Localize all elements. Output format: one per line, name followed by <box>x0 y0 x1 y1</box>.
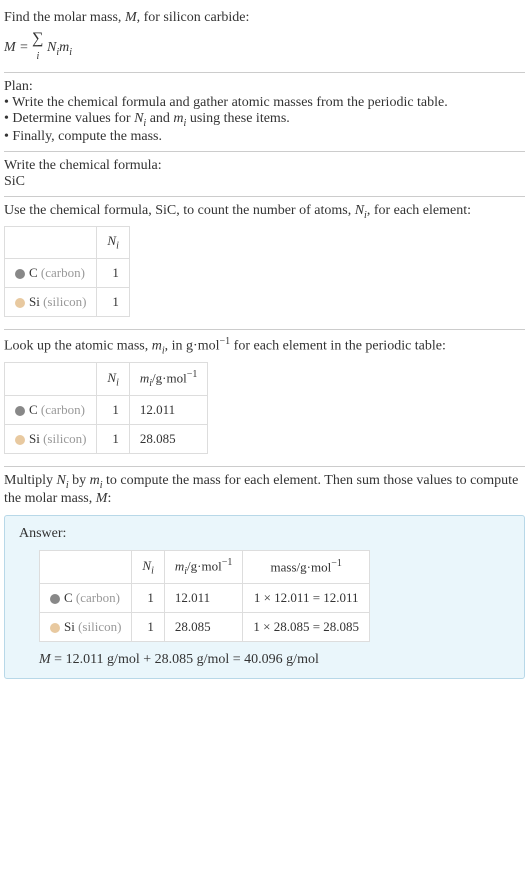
table-row: C (carbon) 1 12.011 1 × 12.011 = 12.011 <box>40 584 370 613</box>
table-row: Si (silicon) 1 <box>5 287 130 316</box>
count-text: Use the chemical formula, SiC, to count … <box>4 203 525 221</box>
formula-m-sub: i <box>69 47 72 58</box>
element-cell: Si (silicon) <box>5 287 97 316</box>
intro-text: Find the molar mass, <box>4 10 125 25</box>
element-cell: C (carbon) <box>40 584 132 613</box>
chem-formula-title: Write the chemical formula: <box>4 158 525 174</box>
ni-cell: 1 <box>97 258 129 287</box>
plan-title: Plan: <box>4 79 525 95</box>
mass-header: mass/g·mol−1 <box>243 551 370 584</box>
count-table: Ni C (carbon) 1 Si (silicon) 1 <box>4 226 130 317</box>
silicon-dot-icon <box>15 298 25 308</box>
table-header-row: Ni mi/g·mol−1 mass/g·mol−1 <box>40 551 370 584</box>
answer-section: Multiply Ni by mi to compute the mass fo… <box>4 467 525 693</box>
ni-header: Ni <box>97 363 129 396</box>
formula-N: N <box>47 40 56 55</box>
table-row: Si (silicon) 1 28.085 <box>5 425 208 454</box>
intro-var-M: M <box>125 10 137 25</box>
formula-M: M <box>4 40 16 55</box>
formula-sum-sub: i <box>36 51 39 62</box>
table-header-row: Ni <box>5 227 130 259</box>
mi-header: mi/g·mol−1 <box>129 363 207 396</box>
mi-cell: 28.085 <box>164 613 242 642</box>
multiply-text: Multiply Ni by mi to compute the mass fo… <box>4 473 525 507</box>
ni-cell: 1 <box>132 613 164 642</box>
element-cell: C (carbon) <box>5 258 97 287</box>
answer-label: Answer: <box>19 526 510 542</box>
intro-section: Find the molar mass, M, for silicon carb… <box>4 4 525 73</box>
answer-box: Answer: Ni mi/g·mol−1 mass/g·mol−1 C (ca… <box>4 515 525 679</box>
formula-m: m <box>59 40 69 55</box>
count-section: Use the chemical formula, SiC, to count … <box>4 197 525 330</box>
intro-text-end: , for silicon carbide: <box>137 10 250 25</box>
carbon-dot-icon <box>50 594 60 604</box>
ni-header: Ni <box>97 227 129 259</box>
element-cell: C (carbon) <box>5 396 97 425</box>
mi-cell: 12.011 <box>164 584 242 613</box>
mass-cell: 1 × 28.085 = 28.085 <box>243 613 370 642</box>
plan-section: Plan: • Write the chemical formula and g… <box>4 73 525 152</box>
mi-cell: 28.085 <box>129 425 207 454</box>
table-row: Si (silicon) 1 28.085 1 × 28.085 = 28.08… <box>40 613 370 642</box>
chem-formula-value: SiC <box>4 174 525 190</box>
silicon-dot-icon <box>50 623 60 633</box>
sigma-icon: ∑ <box>32 30 43 47</box>
final-equation: M = 12.011 g/mol + 28.085 g/mol = 40.096… <box>39 652 510 668</box>
intro-line: Find the molar mass, M, for silicon carb… <box>4 10 525 26</box>
empty-header <box>5 227 97 259</box>
ni-cell: 1 <box>97 396 129 425</box>
plan-bullet-1: • Write the chemical formula and gather … <box>4 95 525 111</box>
answer-table: Ni mi/g·mol−1 mass/g·mol−1 C (carbon) 1 … <box>39 550 370 642</box>
empty-header <box>40 551 132 584</box>
chem-formula-section: Write the chemical formula: SiC <box>4 152 525 197</box>
element-cell: Si (silicon) <box>5 425 97 454</box>
ni-cell: 1 <box>97 425 129 454</box>
molar-mass-formula: M = ∑i Nimi <box>4 30 525 66</box>
ni-header: Ni <box>132 551 164 584</box>
carbon-dot-icon <box>15 406 25 416</box>
mi-header: mi/g·mol−1 <box>164 551 242 584</box>
carbon-dot-icon <box>15 269 25 279</box>
ni-cell: 1 <box>97 287 129 316</box>
table-row: C (carbon) 1 <box>5 258 130 287</box>
formula-eq: = <box>16 40 32 55</box>
table-header-row: Ni mi/g·mol−1 <box>5 363 208 396</box>
lookup-text: Look up the atomic mass, mi, in g·mol−1 … <box>4 336 525 356</box>
plan-bullet-3: • Finally, compute the mass. <box>4 129 525 145</box>
ni-cell: 1 <box>132 584 164 613</box>
lookup-section: Look up the atomic mass, mi, in g·mol−1 … <box>4 330 525 467</box>
silicon-dot-icon <box>15 435 25 445</box>
mi-cell: 12.011 <box>129 396 207 425</box>
empty-header <box>5 363 97 396</box>
element-cell: Si (silicon) <box>40 613 132 642</box>
plan-bullet-2: • Determine values for Ni and mi using t… <box>4 111 525 129</box>
lookup-table: Ni mi/g·mol−1 C (carbon) 1 12.011 Si (si… <box>4 362 208 454</box>
mass-cell: 1 × 12.011 = 12.011 <box>243 584 370 613</box>
table-row: C (carbon) 1 12.011 <box>5 396 208 425</box>
